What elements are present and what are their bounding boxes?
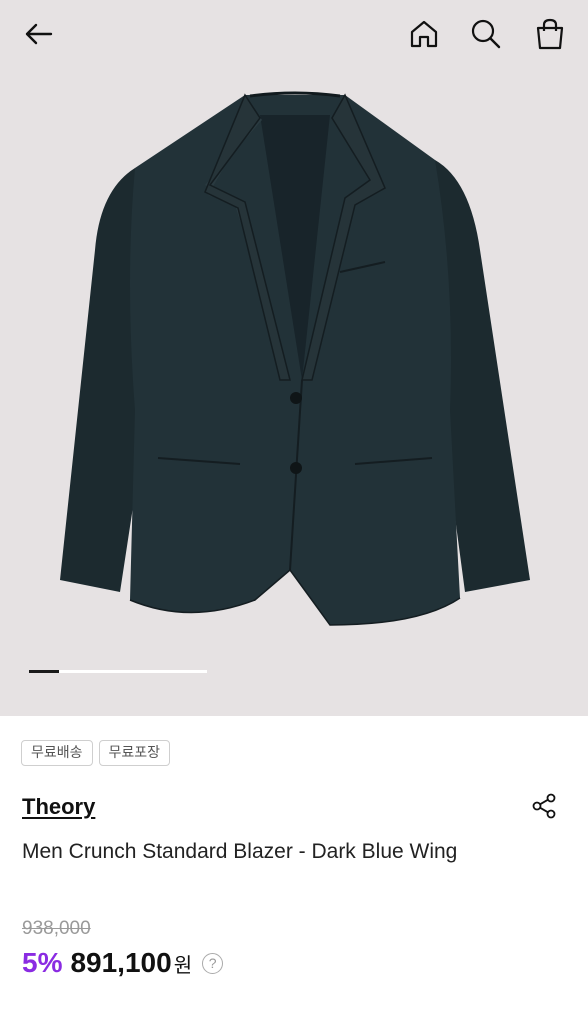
product-info: 무료배송 무료포장 Theory Men Crunch Standard Bla… [0,716,588,1024]
gallery-progress-fill [29,670,60,673]
home-button[interactable] [402,12,446,56]
shopping-bag-icon [536,18,564,50]
home-icon [410,20,438,48]
discount-rate: 5% [22,947,63,978]
original-price: 938,000 [22,918,91,939]
sale-price: 891,100 [70,947,172,978]
search-icon [471,19,501,49]
back-arrow-icon [25,23,53,45]
product-image [60,91,530,626]
top-navigation-bar [0,0,588,68]
brand-link[interactable]: Theory [22,794,95,820]
product-title: Men Crunch Standard Blazer - Dark Blue W… [22,840,458,863]
product-gallery[interactable] [0,0,588,716]
currency-unit: 원 [173,953,193,977]
gallery-progress-bar [29,670,207,673]
tag-free-shipping: 무료배송 [21,740,93,766]
share-button[interactable] [526,788,562,824]
back-button[interactable] [16,12,60,56]
share-icon [532,793,556,819]
price-row: 5% 891,100 원 ? [22,947,224,979]
benefit-tags: 무료배송 무료포장 [21,740,171,766]
price-help-icon[interactable]: ? [202,952,224,974]
shopping-bag-button[interactable] [528,12,572,56]
search-button[interactable] [464,12,508,56]
tag-free-wrapping: 무료포장 [98,740,171,766]
